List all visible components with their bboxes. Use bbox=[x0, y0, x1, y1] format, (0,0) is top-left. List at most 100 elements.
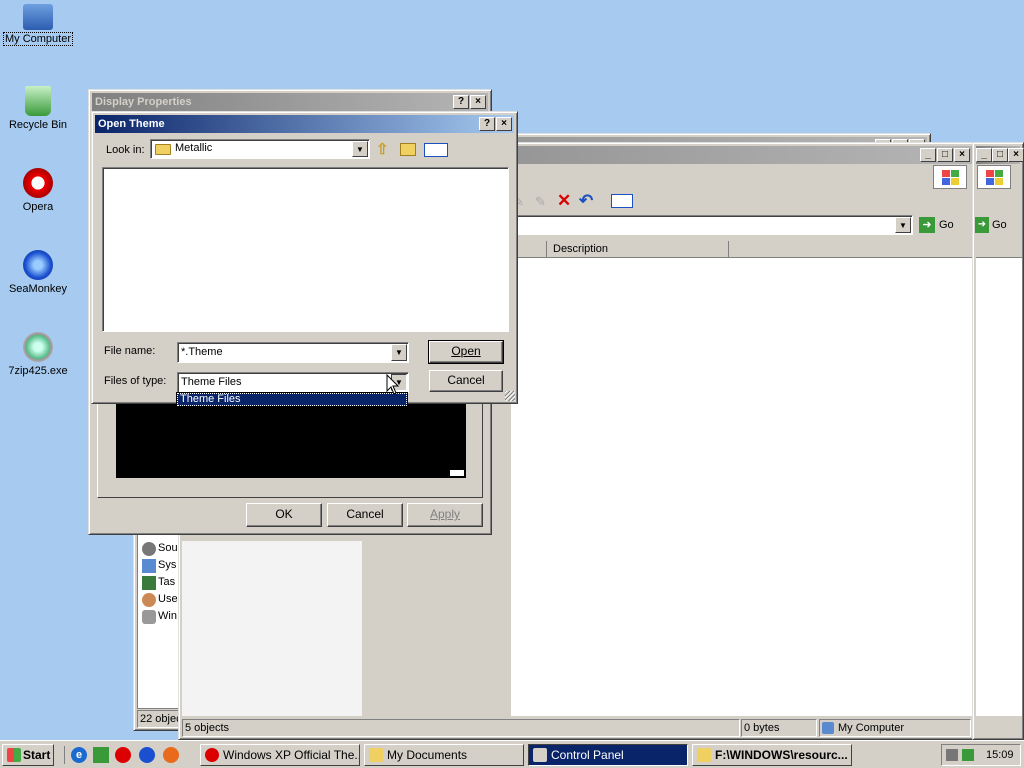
users-icon bbox=[142, 593, 156, 607]
recycle-bin-icon bbox=[25, 86, 51, 116]
chevron-down-icon[interactable]: ▼ bbox=[352, 141, 368, 157]
minimize-button[interactable]: _ bbox=[920, 148, 936, 162]
taskbar: Start e Windows XP Official The... My Do… bbox=[0, 740, 1024, 768]
minimize-button[interactable]: _ bbox=[976, 148, 992, 162]
control-panel-list: Sou Sys Tas Use Win bbox=[137, 529, 179, 709]
file-list[interactable] bbox=[102, 167, 509, 332]
control-panel-statusbar: 22 objec bbox=[137, 710, 179, 728]
view-menu-icon[interactable] bbox=[424, 143, 448, 157]
apply-button[interactable]: Apply bbox=[407, 503, 483, 527]
opera-icon bbox=[23, 168, 53, 198]
desktop-icon-label: Recycle Bin bbox=[8, 119, 68, 131]
windows-logo-icon bbox=[977, 165, 1011, 189]
desktop-icon-recycle-bin[interactable]: Recycle Bin bbox=[1, 86, 75, 131]
sounds-icon bbox=[142, 542, 156, 556]
start-button[interactable]: Start bbox=[2, 744, 54, 766]
files-of-type-dropdown[interactable]: Theme Files ▼ bbox=[177, 372, 409, 393]
quick-launch: e bbox=[64, 746, 184, 764]
close-button[interactable]: × bbox=[954, 148, 970, 162]
chevron-down-icon[interactable]: ▼ bbox=[895, 217, 911, 233]
theme-preview bbox=[116, 402, 466, 478]
display-properties-titlebar: Display Properties ? × bbox=[92, 93, 488, 111]
seamonkey-icon bbox=[23, 250, 53, 280]
network-icon[interactable] bbox=[946, 749, 958, 761]
undo-icon[interactable]: ↶ bbox=[579, 191, 593, 211]
explorer-window-far-right: _ □ × ➜ Go bbox=[972, 142, 1024, 740]
taskbar-task-windows-resources[interactable]: F:\WINDOWS\resourc... bbox=[692, 744, 852, 766]
views-icon[interactable] bbox=[611, 194, 633, 208]
new-folder-icon[interactable] bbox=[400, 143, 416, 156]
windows-logo-icon bbox=[7, 748, 21, 762]
clock[interactable]: 15:09 bbox=[986, 749, 1014, 761]
far-right-titlebar: _ □ × bbox=[976, 146, 1024, 164]
look-in-dropdown[interactable]: Metallic ▼ bbox=[150, 139, 370, 159]
system-icon bbox=[142, 559, 156, 573]
go-arrow-icon: ➜ bbox=[919, 217, 935, 233]
ok-button[interactable]: OK bbox=[246, 503, 322, 527]
dropdown-option[interactable]: Theme Files bbox=[177, 393, 407, 406]
help-button[interactable]: ? bbox=[479, 117, 495, 131]
computer-icon bbox=[822, 722, 834, 734]
delete-icon[interactable]: ✕ bbox=[557, 191, 571, 211]
mouse-cursor-icon bbox=[386, 374, 400, 395]
maximize-button[interactable]: □ bbox=[937, 148, 953, 162]
column-header-description[interactable]: Description bbox=[547, 241, 729, 258]
list-item[interactable]: Sou bbox=[142, 542, 178, 556]
help-button[interactable]: ? bbox=[453, 95, 469, 109]
firefox-icon[interactable] bbox=[163, 747, 179, 763]
file-list: Description bbox=[511, 241, 974, 716]
show-desktop-icon[interactable] bbox=[93, 747, 109, 763]
file-list bbox=[976, 241, 1022, 716]
resize-grip-icon[interactable] bbox=[505, 391, 515, 401]
status-objects: 5 objects bbox=[182, 719, 740, 737]
left-pane bbox=[182, 541, 362, 716]
safely-remove-icon[interactable] bbox=[962, 749, 974, 761]
go-button[interactable]: ➜ Go bbox=[975, 215, 1015, 235]
computer-icon bbox=[23, 4, 53, 30]
desktop-icon-7zip[interactable]: 7zip425.exe bbox=[1, 332, 75, 377]
cancel-button[interactable]: Cancel bbox=[327, 503, 403, 527]
copy-to-icon[interactable]: ✎ bbox=[535, 194, 549, 209]
taskbar-icon bbox=[142, 576, 156, 590]
seamonkey-icon[interactable] bbox=[139, 747, 155, 763]
window-title: Display Properties bbox=[95, 96, 192, 108]
desktop-icon-my-computer[interactable]: My Computer bbox=[1, 4, 75, 46]
files-of-type-label: Files of type: bbox=[104, 375, 167, 387]
desktop-icon-seamonkey[interactable]: SeaMonkey bbox=[1, 250, 75, 295]
control-panel-icon bbox=[533, 748, 547, 762]
list-item[interactable]: Sys bbox=[142, 559, 176, 573]
address-bar[interactable]: ▼ bbox=[511, 215, 913, 235]
up-folder-icon[interactable]: ⇧ bbox=[376, 142, 392, 158]
wireless-icon bbox=[142, 610, 156, 624]
close-button[interactable]: × bbox=[1008, 148, 1024, 162]
go-arrow-icon: ➜ bbox=[975, 217, 989, 233]
file-name-input[interactable]: *.Theme ▼ bbox=[177, 342, 409, 363]
status-size: 0 bytes bbox=[741, 719, 817, 737]
opera-icon[interactable] bbox=[115, 747, 131, 763]
installer-icon bbox=[23, 332, 53, 362]
go-button[interactable]: ➜ Go bbox=[916, 215, 964, 235]
window-title: Open Theme bbox=[98, 118, 165, 130]
taskbar-task-my-documents[interactable]: My Documents bbox=[364, 744, 524, 766]
status-location: My Computer bbox=[819, 719, 971, 737]
open-theme-titlebar: Open Theme ? × bbox=[95, 115, 514, 133]
list-item[interactable]: Win bbox=[142, 610, 177, 624]
folder-icon bbox=[697, 748, 711, 762]
desktop-icon-label: My Computer bbox=[2, 32, 74, 46]
list-item[interactable]: Tas bbox=[142, 576, 175, 590]
close-button[interactable]: × bbox=[496, 117, 512, 131]
internet-explorer-icon[interactable]: e bbox=[71, 747, 87, 763]
desktop-icon-opera[interactable]: Opera bbox=[1, 168, 75, 213]
files-of-type-dropdown-list[interactable]: Theme Files bbox=[176, 392, 408, 407]
toolbar: ✎ ✎ ✕ ↶ bbox=[511, 191, 651, 213]
chevron-down-icon[interactable]: ▼ bbox=[391, 344, 407, 361]
cancel-button[interactable]: Cancel bbox=[429, 370, 503, 392]
close-button[interactable]: × bbox=[470, 95, 486, 109]
open-theme-dialog: Open Theme ? × Look in: Metallic ▼ ⇧ Fil… bbox=[91, 111, 518, 404]
maximize-button[interactable]: □ bbox=[992, 148, 1008, 162]
list-item[interactable]: Use bbox=[142, 593, 178, 607]
open-button[interactable]: Open bbox=[428, 340, 504, 364]
system-tray: 15:09 bbox=[941, 744, 1021, 766]
taskbar-task-control-panel[interactable]: Control Panel bbox=[528, 744, 688, 766]
taskbar-task-windows-xp[interactable]: Windows XP Official The... bbox=[200, 744, 360, 766]
